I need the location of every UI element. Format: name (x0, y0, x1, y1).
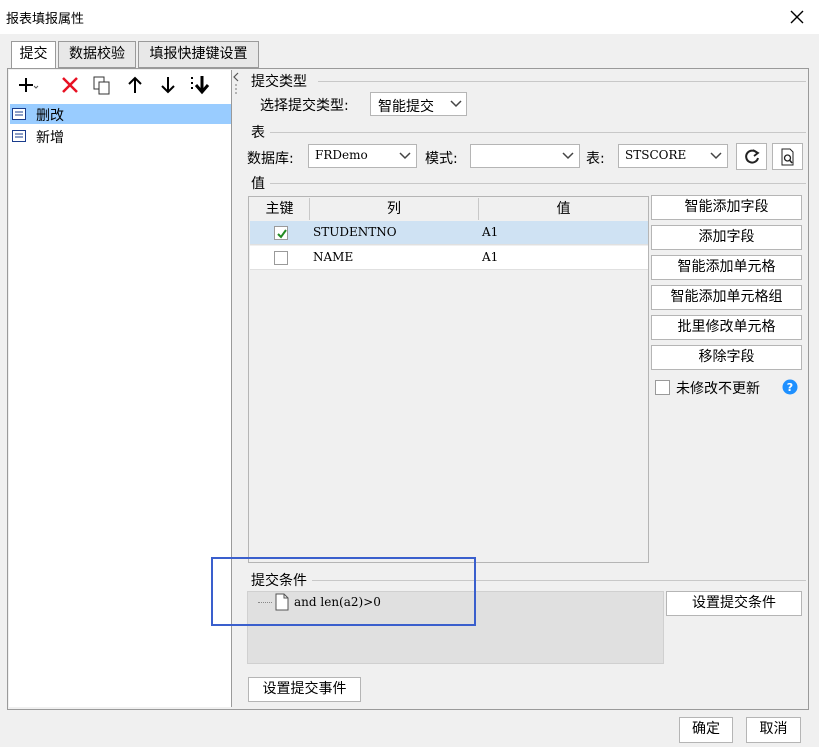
smart-add-field-button[interactable]: 智能添加字段 (651, 195, 802, 220)
refresh-icon (745, 149, 760, 164)
database-select[interactable]: FRDemo (308, 144, 417, 168)
table-select[interactable]: STSCORE (618, 144, 728, 168)
table-row[interactable]: STUDENTNO A1 (250, 221, 648, 245)
column-header-key: 主键 (250, 198, 310, 220)
copy-icon[interactable] (91, 74, 113, 96)
submit-type-value: 智能提交 (378, 99, 434, 115)
preview-icon (781, 148, 794, 166)
tree-item-label: 新增 (36, 130, 64, 146)
value-cell: A1 (482, 225, 499, 239)
cancel-button[interactable]: 取消 (746, 717, 801, 743)
mode-select[interactable] (470, 144, 580, 168)
set-condition-button[interactable]: 设置提交条件 (666, 591, 802, 616)
submit-type-select[interactable]: 智能提交 (370, 92, 467, 116)
svg-text:?: ? (787, 381, 793, 394)
database-label: 数据库: (247, 151, 294, 167)
delete-icon[interactable] (59, 74, 81, 96)
column-cell: NAME (313, 250, 354, 264)
move-down-icon[interactable] (157, 74, 179, 96)
window-title: 报表填报属性 (6, 12, 85, 27)
values-section: 值 (251, 176, 265, 192)
close-icon[interactable] (786, 6, 808, 28)
move-up-icon[interactable] (124, 74, 146, 96)
no-update-checkbox[interactable] (655, 380, 670, 395)
value-cell: A1 (482, 250, 499, 264)
table-row[interactable]: NAME A1 (250, 246, 648, 270)
submit-type-section: 提交类型 (251, 74, 307, 90)
check-icon (277, 229, 287, 239)
no-update-label: 未修改不更新 (676, 381, 760, 397)
key-checkbox[interactable] (274, 251, 288, 265)
database-value: FRDemo (315, 148, 368, 162)
title-bar: 报表填报属性 (0, 0, 819, 34)
key-checkbox[interactable] (274, 226, 288, 240)
table-label: 表: (586, 151, 605, 167)
add-icon[interactable] (17, 74, 39, 96)
ok-button[interactable]: 确定 (679, 717, 733, 743)
chevron-down-icon (399, 152, 411, 160)
chevron-down-icon (562, 152, 574, 160)
set-submit-event-button[interactable]: 设置提交事件 (248, 677, 361, 702)
refresh-button[interactable] (736, 143, 767, 170)
smart-add-cell-group-button[interactable]: 智能添加单元格组 (651, 285, 802, 310)
tab-submit[interactable]: 提交 (11, 41, 56, 70)
divider (318, 81, 806, 82)
column-header-value: 值 (479, 198, 648, 220)
tab-data-validation[interactable]: 数据校验 (58, 41, 136, 68)
smart-add-cell-button[interactable]: 智能添加单元格 (651, 255, 802, 280)
highlight-box (211, 557, 476, 626)
tree-item-edit[interactable]: 删改 (10, 104, 231, 124)
table-section: 表 (251, 125, 265, 141)
mode-label: 模式: (425, 151, 458, 167)
values-table: 主键 列 值 STUDENTNO A1 NAME A1 (248, 196, 649, 563)
batch-modify-cell-button[interactable]: 批里修改单元格 (651, 315, 802, 340)
help-icon[interactable]: ? (782, 379, 798, 395)
move-bottom-icon[interactable] (188, 74, 210, 96)
form-icon (12, 108, 26, 120)
add-field-button[interactable]: 添加字段 (651, 225, 802, 250)
column-cell: STUDENTNO (313, 225, 397, 239)
divider (270, 132, 806, 133)
submit-type-label: 选择提交类型: (260, 98, 349, 114)
chevron-down-icon (450, 100, 462, 108)
collapse-arrow-icon[interactable] (233, 72, 240, 96)
form-icon (12, 130, 26, 142)
column-header-column: 列 (310, 198, 479, 220)
remove-field-button[interactable]: 移除字段 (651, 345, 802, 370)
chevron-down-icon (710, 152, 722, 160)
tree-item-new[interactable]: 新增 (10, 126, 231, 146)
left-pane (9, 70, 232, 707)
table-value: STSCORE (625, 148, 687, 162)
tab-shortcut-settings[interactable]: 填报快捷键设置 (138, 41, 259, 68)
tree-item-label: 删改 (36, 108, 64, 124)
divider (270, 183, 806, 184)
preview-table-button[interactable] (772, 143, 803, 170)
